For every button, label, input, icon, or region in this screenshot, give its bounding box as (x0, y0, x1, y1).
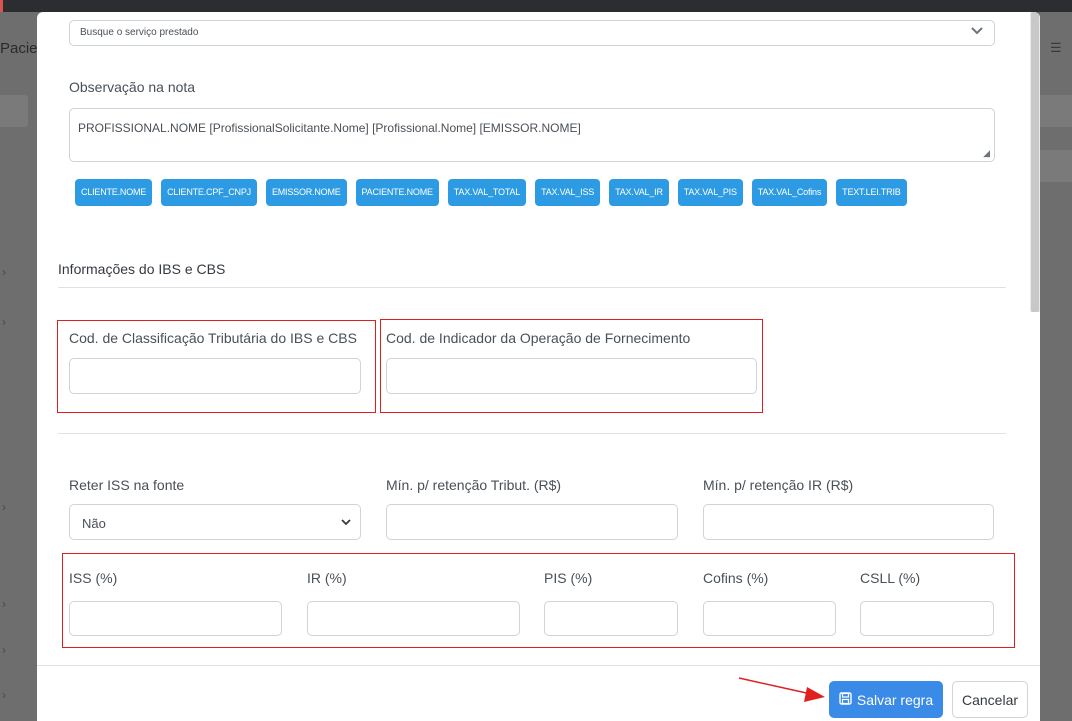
cancel-button-label: Cancelar (961, 691, 1019, 708)
tag-button[interactable]: TAX.VAL_IR (609, 179, 669, 206)
pis-input[interactable] (544, 601, 678, 636)
iss-input[interactable] (69, 601, 282, 636)
scrollbar-thumb[interactable] (1031, 12, 1039, 312)
divider (58, 287, 1006, 288)
ir-input[interactable] (307, 601, 520, 636)
ir-label: IR (%) (307, 570, 347, 586)
csll-label: CSLL (%) (860, 570, 921, 586)
cofins-input[interactable] (703, 601, 836, 636)
observacao-value: PROFISSIONAL.NOME [ProfissionalSolicitan… (78, 121, 581, 135)
tag-button[interactable]: TAX.VAL_PIS (677, 179, 743, 206)
background-field (1040, 95, 1072, 127)
tag-button[interactable]: TAX.VAL_ISS (535, 179, 601, 206)
cofins-label: Cofins (%) (703, 570, 769, 586)
chevron-right-icon: › (2, 265, 6, 279)
cancel-button[interactable]: Cancelar (952, 681, 1028, 718)
app-logo-mark (0, 0, 3, 12)
background-field (0, 95, 28, 127)
chevron-right-icon: › (2, 500, 6, 514)
classificacao-input[interactable] (69, 358, 361, 394)
servico-select[interactable]: Busque o serviço prestado (69, 20, 995, 46)
chevron-right-icon: › (2, 688, 6, 702)
list-icon: ☰ (1050, 40, 1062, 55)
tag-button[interactable]: TAX.VAL_Cofins (751, 179, 828, 206)
iss-label: ISS (%) (69, 570, 118, 586)
tag-list: CLIENTE.NOME CLIENTE.CPF_CNPJ EMISSOR.NO… (75, 179, 907, 206)
min-ir-label: Mín. p/ retenção IR (R$) (703, 477, 854, 493)
min-ir-input[interactable] (703, 504, 994, 540)
pis-label: PIS (%) (544, 570, 593, 586)
chevron-right-icon: › (2, 643, 6, 657)
save-button[interactable]: Salvar regra (829, 681, 943, 718)
tag-button[interactable]: CLIENTE.CPF_CNPJ (161, 179, 257, 206)
resize-handle-icon[interactable]: ◢ (983, 148, 990, 159)
reter-iss-value: Não (82, 516, 106, 531)
reter-iss-select[interactable]: Não (69, 504, 361, 540)
tag-button[interactable]: EMISSOR.NOME (265, 179, 347, 206)
background-field (1040, 150, 1072, 182)
chevron-down-icon (340, 516, 352, 531)
save-icon (839, 691, 852, 708)
save-button-label: Salvar regra (856, 691, 934, 708)
csll-input[interactable] (860, 601, 994, 636)
regra-modal: Busque o serviço prestado Observação na … (37, 12, 1040, 721)
indicador-input[interactable] (386, 358, 757, 394)
reter-iss-label: Reter ISS na fonte (69, 477, 185, 493)
tag-button[interactable]: TEXT.LEI.TRIB (836, 179, 907, 206)
tag-button[interactable]: PACIENTE.NOME (355, 179, 439, 206)
observacao-textarea[interactable]: PROFISSIONAL.NOME [ProfissionalSolicitan… (69, 108, 995, 162)
tag-button[interactable]: TAX.VAL_TOTAL (447, 179, 527, 206)
divider (58, 433, 1006, 434)
background-page-title: Pacie (0, 40, 38, 57)
min-tribut-input[interactable] (386, 504, 678, 540)
modal-scrollbar[interactable] (1030, 12, 1040, 312)
indicador-label: Cod. de Indicador da Operação de Forneci… (386, 330, 691, 346)
servico-select-placeholder: Busque o serviço prestado (80, 27, 199, 38)
chevron-right-icon: › (2, 597, 6, 611)
app-topbar (0, 0, 1072, 12)
ibs-cbs-section-title: Informações do IBS e CBS (58, 261, 226, 277)
min-tribut-label: Mín. p/ retenção Tribut. (R$) (386, 477, 562, 493)
arrow-annotation (738, 677, 825, 702)
chevron-down-icon (970, 24, 984, 41)
observacao-label: Observação na nota (69, 79, 196, 95)
classificacao-label: Cod. de Classificação Tributária do IBS … (69, 330, 357, 346)
chevron-right-icon: › (2, 315, 6, 329)
tag-button[interactable]: CLIENTE.NOME (75, 179, 153, 206)
